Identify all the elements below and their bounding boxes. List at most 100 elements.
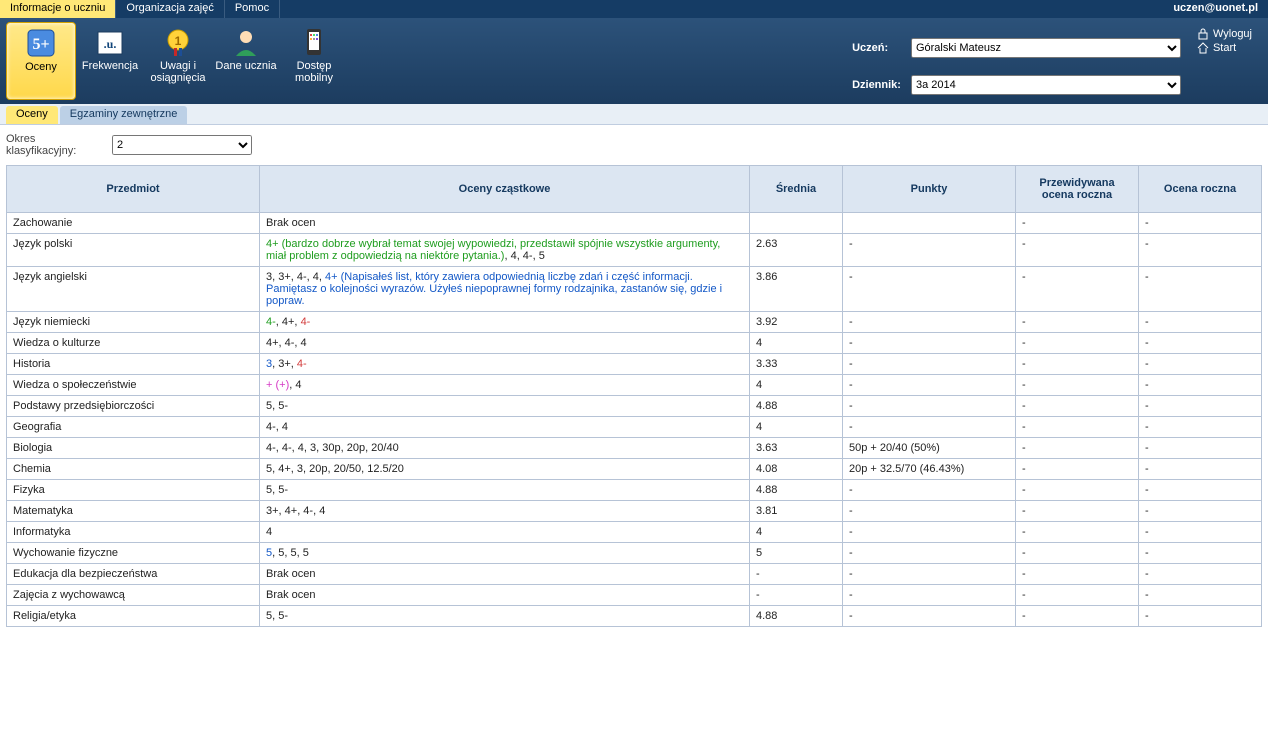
cell-grades: Brak ocen: [260, 564, 750, 585]
start-label: Start: [1213, 42, 1236, 54]
cell-subject: Biologia: [7, 438, 260, 459]
subtab-egzaminy[interactable]: Egzaminy zewnętrzne: [60, 106, 188, 124]
cell-average: 4.88: [750, 606, 843, 627]
table-row: Wiedza o społeczeństwie+ (+), 44---: [7, 375, 1262, 396]
svg-text:1: 1: [175, 34, 182, 48]
table-row: Zajęcia z wychowawcąBrak ocen----: [7, 585, 1262, 606]
table-row: Biologia4-, 4-, 4, 3, 30p, 20p, 20/403.6…: [7, 438, 1262, 459]
cell-points: -: [843, 606, 1016, 627]
top-tab-info[interactable]: Informacje o uczniu: [0, 0, 116, 18]
ribbon-btn-frekwencja[interactable]: .u. Frekwencja: [76, 22, 144, 100]
ribbon-btn-mobilny[interactable]: Dostęp mobilny: [280, 22, 348, 100]
cell-grades: 4-, 4+, 4-: [260, 312, 750, 333]
cell-points: 50p + 20/40 (50%): [843, 438, 1016, 459]
cell-subject: Wiedza o kulturze: [7, 333, 260, 354]
cell-points: -: [843, 354, 1016, 375]
table-row: Edukacja dla bezpieczeństwaBrak ocen----: [7, 564, 1262, 585]
grade-icon: 5+: [25, 27, 57, 59]
logout-label: Wyloguj: [1213, 28, 1252, 40]
table-row: Geografia4-, 44---: [7, 417, 1262, 438]
cell-grades: 4-, 4: [260, 417, 750, 438]
top-tab-pomoc[interactable]: Pomoc: [225, 0, 280, 18]
cell-subject: Zachowanie: [7, 213, 260, 234]
cell-predicted: -: [1016, 438, 1139, 459]
mobile-icon: [298, 26, 330, 58]
ribbon-btn-uwagi[interactable]: 1 Uwagi i osiągnięcia: [144, 22, 212, 100]
table-row: Język niemiecki4-, 4+, 4-3.92---: [7, 312, 1262, 333]
cell-points: -: [843, 501, 1016, 522]
cell-grades: Brak ocen: [260, 213, 750, 234]
cell-final: -: [1139, 312, 1262, 333]
cell-predicted: -: [1016, 459, 1139, 480]
period-select[interactable]: 2: [112, 135, 252, 155]
cell-predicted: -: [1016, 333, 1139, 354]
cell-subject: Matematyka: [7, 501, 260, 522]
cell-subject: Język niemiecki: [7, 312, 260, 333]
table-row: Historia3, 3+, 4-3.33---: [7, 354, 1262, 375]
cell-subject: Edukacja dla bezpieczeństwa: [7, 564, 260, 585]
start-link[interactable]: Start: [1197, 42, 1252, 54]
cell-final: -: [1139, 267, 1262, 312]
cell-points: -: [843, 480, 1016, 501]
student-selectors: Uczeń: Góralski Mateusz Dziennik: 3a 201…: [852, 32, 1181, 100]
ribbon-label: Dostęp mobilny: [282, 60, 346, 84]
topbar: Informacje o uczniu Organizacja zajęć Po…: [0, 0, 1268, 18]
student-select[interactable]: Góralski Mateusz: [911, 38, 1181, 58]
period-bar: Okres klasyfikacyjny: 2: [0, 125, 1268, 165]
cell-average: 4.88: [750, 480, 843, 501]
journal-select[interactable]: 3a 2014: [911, 75, 1181, 95]
table-row: ZachowanieBrak ocen--: [7, 213, 1262, 234]
table-row: Fizyka5, 5-4.88---: [7, 480, 1262, 501]
cell-final: -: [1139, 213, 1262, 234]
ribbon-label: Dane ucznia: [215, 60, 276, 72]
ribbon: 5+ Oceny .u. Frekwencja 1 Uwagi i osiągn…: [0, 18, 1268, 104]
logout-link[interactable]: Wyloguj: [1197, 28, 1252, 40]
student-label: Uczeń:: [852, 42, 901, 54]
cell-grades: 3, 3+, 4-, 4, 4+ (Napisałeś list, który …: [260, 267, 750, 312]
svg-text:5+: 5+: [32, 36, 49, 53]
table-row: Informatyka44---: [7, 522, 1262, 543]
cell-final: -: [1139, 606, 1262, 627]
student-icon: [230, 26, 262, 58]
col-przedmiot: Przedmiot: [7, 166, 260, 213]
home-icon: [1197, 42, 1209, 54]
cell-subject: Język angielski: [7, 267, 260, 312]
ribbon-btn-dane[interactable]: Dane ucznia: [212, 22, 280, 100]
cell-predicted: -: [1016, 564, 1139, 585]
cell-grades: 5, 5, 5, 5: [260, 543, 750, 564]
cell-grades: + (+), 4: [260, 375, 750, 396]
cell-points: -: [843, 333, 1016, 354]
table-row: Wiedza o kulturze4+, 4-, 44---: [7, 333, 1262, 354]
cell-final: -: [1139, 585, 1262, 606]
cell-predicted: -: [1016, 417, 1139, 438]
cell-predicted: -: [1016, 396, 1139, 417]
cell-final: -: [1139, 438, 1262, 459]
cell-average: 4: [750, 417, 843, 438]
cell-points: [843, 213, 1016, 234]
cell-points: -: [843, 543, 1016, 564]
cell-grades: 3+, 4+, 4-, 4: [260, 501, 750, 522]
ribbon-btn-oceny[interactable]: 5+ Oceny: [6, 22, 76, 100]
cell-average: -: [750, 585, 843, 606]
cell-predicted: -: [1016, 234, 1139, 267]
cell-average: 3.86: [750, 267, 843, 312]
cell-points: -: [843, 522, 1016, 543]
ribbon-group: 5+ Oceny .u. Frekwencja 1 Uwagi i osiągn…: [6, 22, 348, 100]
cell-subject: Podstawy przedsiębiorczości: [7, 396, 260, 417]
top-tab-organizacja[interactable]: Organizacja zajęć: [116, 0, 224, 18]
cell-final: -: [1139, 459, 1262, 480]
cell-grades: 4+, 4-, 4: [260, 333, 750, 354]
col-roczna: Ocena roczna: [1139, 166, 1262, 213]
award-icon: 1: [162, 26, 194, 58]
cell-final: -: [1139, 417, 1262, 438]
subtab-oceny[interactable]: Oceny: [6, 106, 58, 124]
table-row: Podstawy przedsiębiorczości5, 5-4.88---: [7, 396, 1262, 417]
cell-subject: Zajęcia z wychowawcą: [7, 585, 260, 606]
cell-subject: Wiedza o społeczeństwie: [7, 375, 260, 396]
cell-average: -: [750, 564, 843, 585]
cell-predicted: -: [1016, 585, 1139, 606]
cell-final: -: [1139, 543, 1262, 564]
cell-grades: 5, 4+, 3, 20p, 20/50, 12.5/20: [260, 459, 750, 480]
table-row: Wychowanie fizyczne5, 5, 5, 55---: [7, 543, 1262, 564]
cell-predicted: -: [1016, 501, 1139, 522]
